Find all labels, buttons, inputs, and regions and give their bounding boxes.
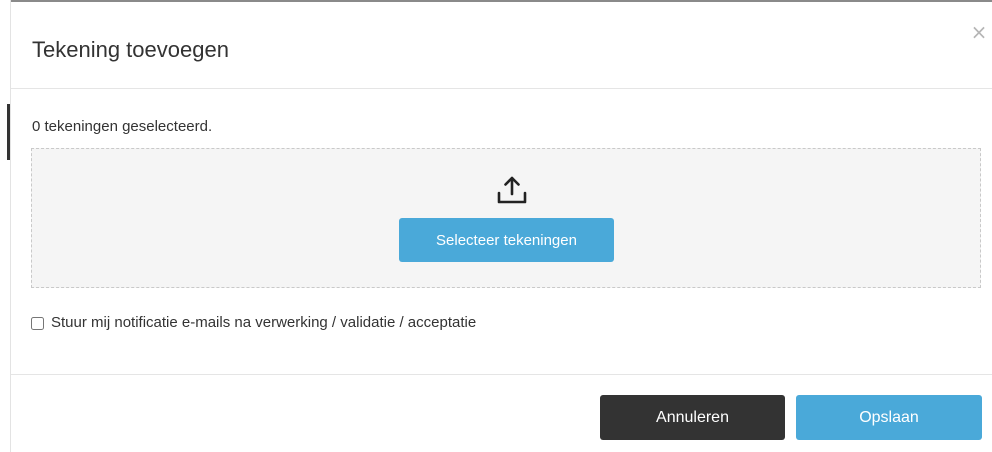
add-drawing-dialog: Tekening toevoegen × 0 tekeningen gesele… (11, 2, 992, 452)
upload-icon (497, 176, 527, 204)
page: Tekening toevoegen × 0 tekeningen gesele… (0, 0, 992, 452)
selected-count-text: 0 tekeningen geselecteerd. (32, 118, 213, 135)
save-button[interactable]: Opslaan (796, 395, 982, 440)
background-page-edge (0, 0, 11, 452)
cancel-button[interactable]: Annuleren (600, 395, 785, 440)
notification-option[interactable]: Stuur mij notificatie e-mails na verwerk… (31, 313, 476, 333)
dialog-footer: Annuleren Opslaan (11, 374, 992, 452)
close-icon: × (970, 20, 988, 44)
notification-label[interactable]: Stuur mij notificatie e-mails na verwerk… (51, 313, 476, 333)
drawing-dropzone[interactable]: Selecteer tekeningen (31, 148, 981, 288)
dialog-title: Tekening toevoegen (32, 37, 229, 62)
dialog-header: Tekening toevoegen × (11, 2, 992, 89)
background-page-marker (7, 104, 10, 160)
notification-checkbox[interactable] (31, 316, 44, 330)
close-button[interactable]: × (969, 22, 989, 42)
select-drawings-button[interactable]: Selecteer tekeningen (399, 218, 614, 262)
